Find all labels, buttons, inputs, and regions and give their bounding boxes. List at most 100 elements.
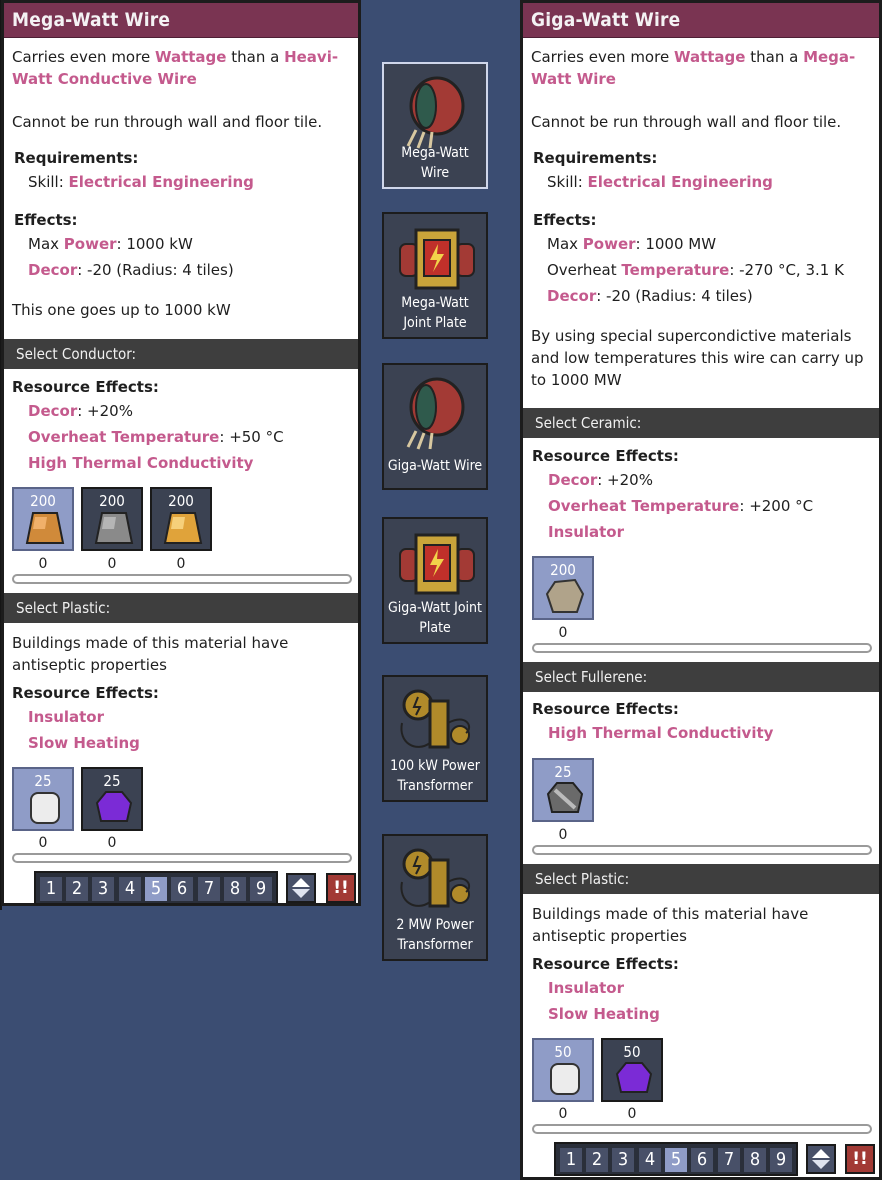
number-key[interactable]: 7 — [198, 877, 220, 901]
number-key[interactable]: 2 — [66, 877, 88, 901]
horizontal-scrollbar[interactable] — [532, 845, 872, 855]
decor-effect: Decor: +20% — [12, 400, 358, 422]
decor-link[interactable]: Decor — [28, 261, 77, 279]
number-key[interactable]: 6 — [171, 877, 193, 901]
overheat-value: : +200 °C — [739, 497, 814, 515]
material-swatch[interactable]: 25 — [12, 767, 74, 831]
material-swatch[interactable]: 25 — [532, 758, 594, 822]
building-label: 100 kW Power Transformer — [384, 756, 486, 796]
up-down-arrows-icon — [292, 878, 310, 898]
thermal-link[interactable]: High Thermal Conductivity — [12, 452, 358, 474]
decor-value: : +20% — [77, 402, 133, 420]
ceramic-icon — [545, 578, 585, 613]
power-value: : 1000 MW — [635, 235, 717, 253]
select-fullerene-header: Select Fullerene: — [523, 662, 879, 692]
overheat-link[interactable]: Overheat Temperature — [28, 428, 219, 446]
power-value: : 1000 kW — [116, 235, 193, 253]
number-key[interactable]: 4 — [639, 1148, 661, 1172]
horizontal-scrollbar[interactable] — [12, 853, 352, 863]
giga-watt-wire-panel: Giga-Watt Wire Carries even more Wattage… — [520, 0, 882, 1180]
number-key[interactable]: 7 — [718, 1148, 740, 1172]
building-label-line: 100 kW Power — [390, 758, 480, 774]
number-key[interactable]: 4 — [119, 877, 141, 901]
number-key[interactable]: 8 — [744, 1148, 766, 1172]
copper-ore-icon — [25, 512, 65, 544]
select-plastic-header: Select Plastic: — [4, 593, 358, 623]
number-key[interactable]: 3 — [612, 1148, 634, 1172]
decor-row: Decor: -20 (Radius: 4 tiles) — [12, 259, 350, 281]
decor-value: : -20 (Radius: 4 tiles) — [77, 261, 234, 279]
number-key[interactable]: 8 — [224, 877, 246, 901]
skill-link[interactable]: Electrical Engineering — [69, 173, 254, 191]
material-swatch[interactable]: 50 — [532, 1038, 594, 1102]
desc-text: than a — [745, 48, 804, 66]
material-swatch[interactable]: 200 — [81, 487, 143, 551]
overheat-link[interactable]: Overheat Temperature — [548, 497, 739, 515]
skill-link[interactable]: Electrical Engineering — [588, 173, 773, 191]
decor-link[interactable]: Decor — [28, 402, 77, 420]
insulator-link[interactable]: Insulator — [12, 706, 350, 728]
select-plastic-header: Select Plastic: — [523, 864, 879, 894]
swatch-qty: 0 — [107, 835, 117, 851]
building-2mw-power-transformer[interactable]: 2 MW Power Transformer — [382, 834, 488, 961]
thermal-link[interactable]: High Thermal Conductivity — [532, 722, 879, 744]
slow-heating-link[interactable]: Slow Heating — [12, 732, 350, 754]
building-label: Giga-Watt Wire — [384, 456, 486, 476]
fullerene-icon — [546, 782, 584, 813]
material-swatch[interactable]: 25 — [81, 767, 143, 831]
number-key[interactable]: 1 — [560, 1148, 582, 1172]
power-link[interactable]: Power — [583, 235, 636, 253]
wattage-link[interactable]: Wattage — [674, 48, 746, 66]
building-mega-watt-wire[interactable]: Mega-Watt Wire — [382, 62, 488, 189]
temperature-link[interactable]: Temperature — [621, 261, 729, 279]
wattage-link[interactable]: Wattage — [155, 48, 227, 66]
swatch-count: 50 — [554, 1043, 572, 1061]
wire-spool-icon — [406, 76, 465, 149]
number-key[interactable]: 3 — [92, 877, 114, 901]
building-label-line: Wire — [420, 165, 450, 181]
plastic-description: Buildings made of this material have ant… — [12, 634, 289, 674]
insulator-link[interactable]: Insulator — [532, 977, 871, 999]
decor-link[interactable]: Decor — [548, 471, 597, 489]
overheat-effect: Overheat Temperature: +200 °C — [532, 495, 879, 517]
overheat-row: Overheat Temperature: -270 °C, 3.1 K — [531, 259, 871, 281]
description: Carries even more Wattage than a Mega-Wa… — [523, 46, 879, 90]
sort-arrows-button[interactable] — [286, 873, 316, 903]
number-key[interactable]: 1 — [40, 877, 62, 901]
skill-row: Skill: Electrical Engineering — [531, 171, 871, 193]
slow-heating-link[interactable]: Slow Heating — [532, 1003, 871, 1025]
insulator-link[interactable]: Insulator — [532, 521, 879, 543]
material-swatch[interactable]: 200 — [12, 487, 74, 551]
building-label: Giga-Watt Joint Plate — [384, 598, 486, 638]
number-key[interactable]: 6 — [691, 1148, 713, 1172]
number-key[interactable]: 2 — [586, 1148, 608, 1172]
horizontal-scrollbar[interactable] — [532, 1124, 872, 1134]
placement-note: Cannot be run through wall and floor til… — [12, 113, 323, 131]
sort-arrows-button[interactable] — [806, 1144, 836, 1174]
number-key[interactable]: 9 — [250, 877, 272, 901]
superinsulator-icon — [615, 1062, 653, 1093]
power-link[interactable]: Power — [64, 235, 117, 253]
number-key-active[interactable]: 5 — [665, 1148, 687, 1172]
number-key-active[interactable]: 5 — [145, 877, 167, 901]
alert-button[interactable]: !! — [326, 873, 356, 903]
swatch-count: 200 — [30, 492, 56, 510]
material-swatch[interactable]: 50 — [601, 1038, 663, 1102]
decor-link[interactable]: Decor — [547, 287, 596, 305]
material-swatch[interactable]: 200 — [532, 556, 594, 620]
alert-button[interactable]: !! — [845, 1144, 875, 1174]
building-giga-watt-wire[interactable]: Giga-Watt Wire — [382, 363, 488, 490]
building-label-line: Giga-Watt Wire — [387, 458, 483, 474]
requirements-label: Requirements: — [14, 149, 139, 167]
building-label-line: Giga-Watt Joint — [388, 600, 482, 616]
swatch-count: 200 — [99, 492, 125, 510]
horizontal-scrollbar[interactable] — [532, 643, 872, 653]
building-giga-watt-joint-plate[interactable]: Giga-Watt Joint Plate — [382, 517, 488, 644]
horizontal-scrollbar[interactable] — [12, 574, 352, 584]
building-100kw-power-transformer[interactable]: 100 kW Power Transformer — [382, 675, 488, 802]
mega-watt-wire-panel: Mega-Watt Wire Carries even more Wattage… — [1, 0, 361, 906]
swatch-count: 25 — [34, 772, 52, 790]
material-swatch[interactable]: 200 — [150, 487, 212, 551]
number-key[interactable]: 9 — [770, 1148, 792, 1172]
building-mega-watt-joint-plate[interactable]: Mega-Watt Joint Plate — [382, 212, 488, 339]
